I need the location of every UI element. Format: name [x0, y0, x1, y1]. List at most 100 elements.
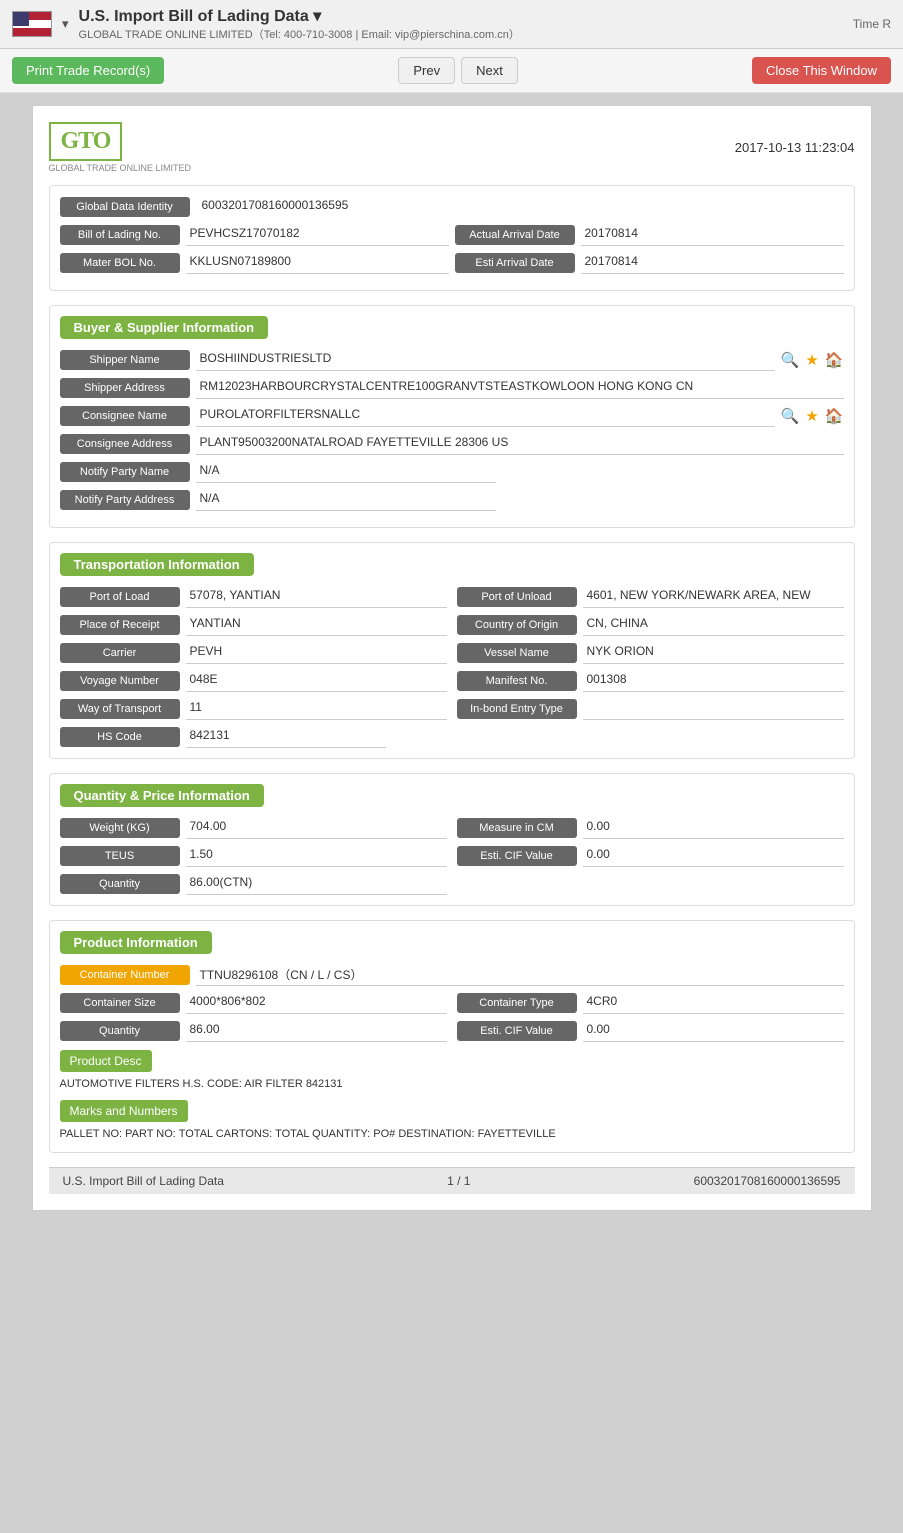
sub-title: GLOBAL TRADE ONLINE LIMITED（Tel: 400-710…	[79, 26, 843, 42]
identity-card: Global Data Identity 6003201708160000136…	[49, 185, 855, 291]
shipper-search-icon[interactable]: 🔍	[781, 351, 800, 369]
prod-qty-label: Quantity	[60, 1021, 180, 1041]
prod-qty-value: 86.00	[186, 1020, 447, 1042]
esti-cif-value: 0.00	[583, 845, 844, 867]
datetime: 2017-10-13 11:23:04	[735, 140, 855, 155]
inbond-label: In-bond Entry Type	[457, 699, 577, 719]
way-transport-field: Way of Transport 11	[60, 698, 447, 720]
shipper-star-icon[interactable]: ★	[805, 351, 818, 369]
shipper-home-icon[interactable]: 🏠	[825, 351, 844, 369]
notify-name-label: Notify Party Name	[60, 462, 190, 482]
top-bar: ▾ U.S. Import Bill of Lading Data ▾ GLOB…	[0, 0, 903, 49]
measure-field: Measure in CM 0.00	[457, 817, 844, 839]
product-grid: Container Size 4000*806*802 Container Ty…	[60, 992, 844, 1042]
page-content: GTO GLOBAL TRADE ONLINE LIMITED 2017-10-…	[32, 105, 872, 1211]
weight-value: 704.00	[186, 817, 447, 839]
country-origin-field: Country of Origin CN, CHINA	[457, 614, 844, 636]
manifest-label: Manifest No.	[457, 671, 577, 691]
consignee-star-icon[interactable]: ★	[805, 407, 818, 425]
carrier-field: Carrier PEVH	[60, 642, 447, 664]
global-id-row: Global Data Identity 6003201708160000136…	[60, 196, 844, 218]
product-desc-value: AUTOMOTIVE FILTERS H.S. CODE: AIR FILTER…	[60, 1076, 844, 1092]
title-block: U.S. Import Bill of Lading Data ▾ GLOBAL…	[79, 6, 843, 42]
carrier-label: Carrier	[60, 643, 180, 663]
logo-box: GTO	[49, 122, 123, 161]
transportation-header: Transportation Information	[60, 553, 254, 576]
vessel-name-value: NYK ORION	[583, 642, 844, 664]
prev-button[interactable]: Prev	[398, 57, 455, 84]
bol-label: Bill of Lading No.	[60, 225, 180, 245]
qty-grid: Weight (KG) 704.00 Measure in CM 0.00 TE…	[60, 817, 844, 895]
shipper-icons: 🔍 ★ 🏠	[781, 351, 844, 369]
notify-address-label: Notify Party Address	[60, 490, 190, 510]
container-size-field: Container Size 4000*806*802	[60, 992, 447, 1014]
close-button[interactable]: Close This Window	[752, 57, 891, 84]
way-transport-value: 11	[186, 698, 447, 720]
qty-label: Quantity	[60, 874, 180, 894]
container-number-value: TTNU8296108（CN / L / CS）	[196, 964, 844, 986]
logo-company: GLOBAL TRADE ONLINE LIMITED	[49, 163, 192, 173]
hs-code-field: HS Code 842131	[60, 726, 844, 748]
footer-right: 6003201708160000136595	[694, 1174, 841, 1188]
product-desc-block: Product Desc AUTOMOTIVE FILTERS H.S. COD…	[60, 1050, 844, 1142]
way-transport-label: Way of Transport	[60, 699, 180, 719]
master-bol-label: Mater BOL No.	[60, 253, 180, 273]
shipper-name-row: Shipper Name BOSHIINDUSTRIESLTD 🔍 ★ 🏠	[60, 349, 844, 371]
port-load-value: 57078, YANTIAN	[186, 586, 447, 608]
footer-center: 1 / 1	[447, 1174, 470, 1188]
global-data-label: Global Data Identity	[60, 197, 190, 217]
container-number-label: Container Number	[60, 965, 190, 985]
quantity-price-section: Quantity & Price Information Weight (KG)…	[49, 773, 855, 906]
consignee-search-icon[interactable]: 🔍	[781, 407, 800, 425]
place-receipt-label: Place of Receipt	[60, 615, 180, 635]
vessel-name-label: Vessel Name	[457, 643, 577, 663]
consignee-icons: 🔍 ★ 🏠	[781, 407, 844, 425]
measure-value: 0.00	[583, 817, 844, 839]
print-button[interactable]: Print Trade Record(s)	[12, 57, 164, 84]
toolbar-center: Prev Next	[398, 57, 517, 84]
consignee-home-icon[interactable]: 🏠	[825, 407, 844, 425]
product-info-header: Product Information	[60, 931, 212, 954]
quantity-price-header: Quantity & Price Information	[60, 784, 264, 807]
dropdown-arrow: ▾	[62, 16, 69, 32]
shipper-address-label: Shipper Address	[60, 378, 190, 398]
consignee-address-label: Consignee Address	[60, 434, 190, 454]
voyage-value: 048E	[186, 670, 447, 692]
country-origin-value: CN, CHINA	[583, 614, 844, 636]
transportation-section: Transportation Information Port of Load …	[49, 542, 855, 759]
voyage-label: Voyage Number	[60, 671, 180, 691]
port-unload-field: Port of Unload 4601, NEW YORK/NEWARK ARE…	[457, 586, 844, 608]
product-info-section: Product Information Container Number TTN…	[49, 920, 855, 1153]
weight-label: Weight (KG)	[60, 818, 180, 838]
container-type-label: Container Type	[457, 993, 577, 1013]
prod-qty-field: Quantity 86.00	[60, 1020, 447, 1042]
container-type-value: 4CR0	[583, 992, 844, 1014]
consignee-name-label: Consignee Name	[60, 406, 190, 426]
manifest-value: 001308	[583, 670, 844, 692]
consignee-name-value: PUROLATORFILTERSNALLC	[196, 405, 775, 427]
container-number-row: Container Number TTNU8296108（CN / L / CS…	[60, 964, 844, 986]
esti-arrival-value: 20170814	[581, 252, 844, 274]
teus-value: 1.50	[186, 845, 447, 867]
logo-section: GTO GLOBAL TRADE ONLINE LIMITED 2017-10-…	[49, 122, 855, 173]
transport-grid: Port of Load 57078, YANTIAN Port of Unlo…	[60, 586, 844, 748]
buyer-supplier-header: Buyer & Supplier Information	[60, 316, 269, 339]
esti-arrival: Esti Arrival Date 20170814	[455, 252, 844, 274]
toolbar: Print Trade Record(s) Prev Next Close Th…	[0, 49, 903, 93]
teus-label: TEUS	[60, 846, 180, 866]
next-button[interactable]: Next	[461, 57, 518, 84]
weight-field: Weight (KG) 704.00	[60, 817, 447, 839]
container-type-field: Container Type 4CR0	[457, 992, 844, 1014]
port-unload-label: Port of Unload	[457, 587, 577, 607]
notify-name-row: Notify Party Name N/A	[60, 461, 844, 483]
esti-cif-label: Esti. CIF Value	[457, 846, 577, 866]
logo-container: GTO GLOBAL TRADE ONLINE LIMITED	[49, 122, 192, 173]
actual-arrival-value: 20170814	[581, 224, 844, 246]
marks-numbers-label: Marks and Numbers	[60, 1100, 188, 1122]
carrier-value: PEVH	[186, 642, 447, 664]
vessel-name-field: Vessel Name NYK ORION	[457, 642, 844, 664]
prod-cif-field: Esti. CIF Value 0.00	[457, 1020, 844, 1042]
main-title: U.S. Import Bill of Lading Data ▾	[79, 6, 843, 26]
hs-code-value: 842131	[186, 726, 386, 748]
consignee-name-row: Consignee Name PUROLATORFILTERSNALLC 🔍 ★…	[60, 405, 844, 427]
